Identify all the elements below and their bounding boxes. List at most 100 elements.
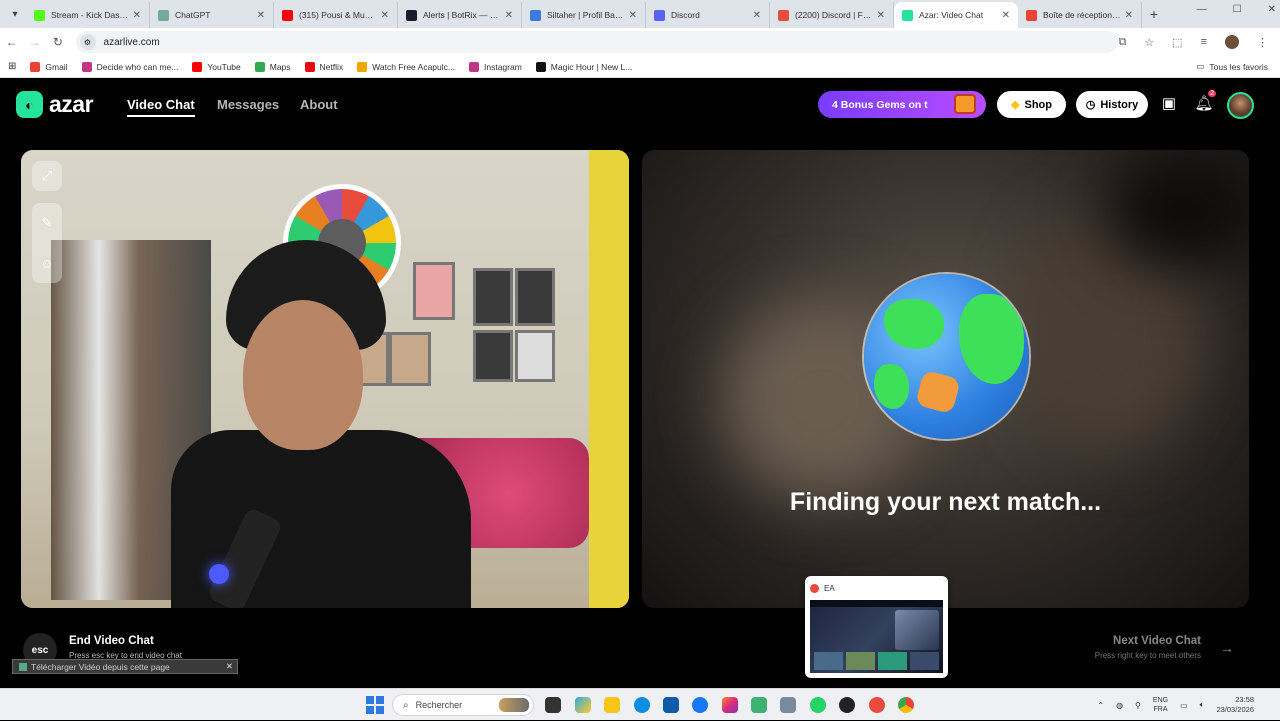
close-window-icon[interactable]: ✕ — [1268, 4, 1276, 15]
tab-title: Siltaher | Profil Bakch — [547, 10, 625, 20]
minimize-icon[interactable]: — — [1197, 4, 1207, 15]
bookmark-item[interactable]: Watch Free Acapulc... — [357, 61, 455, 72]
tab-title: (315) Pousi & Muslim — [299, 10, 377, 20]
site-info-icon[interactable]: ⚙ — [79, 34, 96, 50]
app-icon[interactable] — [869, 697, 885, 713]
display-icon[interactable]: ▭ — [1180, 701, 1188, 710]
bookmark-item[interactable]: YouTube — [192, 61, 241, 72]
bookmark-item[interactable]: Maps — [254, 61, 291, 72]
app-icon[interactable] — [751, 697, 767, 713]
browser-tab[interactable]: Alerts | BotRix — Clo ✕ — [398, 2, 522, 28]
app-icon[interactable] — [839, 697, 855, 713]
language-indicator[interactable]: ENG FRA — [1153, 696, 1168, 714]
search-icon: ⌕ — [403, 699, 409, 711]
browser-tab[interactable]: (315) Pousi & Muslim ✕ — [274, 2, 398, 28]
shop-button[interactable]: ◆ Shop — [997, 91, 1066, 118]
reload-icon[interactable]: ↻ — [46, 35, 69, 49]
volume-icon[interactable]: 🔈︎ — [1200, 700, 1205, 710]
user-avatar[interactable] — [1227, 92, 1254, 119]
history-button[interactable]: ◷ History — [1076, 91, 1148, 118]
browser-tab[interactable]: Stream - Kick Dashb ✕ — [26, 2, 150, 28]
bookmark-label: Watch Free Acapulc... — [372, 61, 455, 72]
facebook-icon[interactable] — [692, 697, 708, 713]
browser-tab[interactable]: Discord ✕ — [646, 2, 770, 28]
chrome-icon[interactable] — [898, 697, 914, 713]
tab-favicon-icon — [282, 9, 293, 21]
new-tab-button[interactable]: + — [1142, 6, 1166, 22]
close-tab-icon[interactable]: ✕ — [1125, 10, 1133, 21]
bookmark-item[interactable]: Decide who can me... — [81, 61, 178, 72]
close-tab-icon[interactable]: ✕ — [1002, 10, 1010, 21]
expand-icon[interactable]: ⤢ — [32, 161, 62, 191]
bell-icon[interactable]: 🔔︎ 2 — [1194, 90, 1216, 114]
media-controls-icon[interactable]: ≡ — [1201, 36, 1207, 48]
nav-messages[interactable]: Messages — [217, 97, 279, 112]
system-clock[interactable]: 23:58 23/03/2026 — [1216, 695, 1254, 715]
apps-grid-icon[interactable]: ⊞ — [8, 61, 16, 72]
azar-logo-text: azar — [49, 91, 94, 117]
file-explorer-icon[interactable] — [604, 697, 620, 713]
sticker-icon[interactable]: ☺ — [40, 256, 53, 271]
download-icon — [19, 662, 27, 671]
bookmark-favicon-icon — [192, 61, 203, 72]
windows-start-icon[interactable] — [366, 696, 384, 714]
download-video-bar[interactable]: Télécharger Vidéo depuis cette page ✕ — [12, 659, 238, 674]
close-tab-icon[interactable]: ✕ — [133, 10, 141, 21]
tab-search-icon[interactable]: ▾ — [4, 3, 26, 25]
microphone-icon[interactable]: ⚲ — [1135, 701, 1141, 710]
browser-tab[interactable]: ChatGPT ✕ — [150, 2, 274, 28]
gift-box-icon[interactable]: ▣ — [1159, 94, 1179, 114]
browser-tab[interactable]: Boîte de réception (3 ✕ — [1018, 2, 1142, 28]
task-view-icon[interactable] — [545, 697, 561, 713]
browser-tab[interactable]: Azar: Video Chat ✕ — [894, 2, 1018, 28]
close-tab-icon[interactable]: ✕ — [257, 10, 265, 21]
browser-tab-strip: ▾ Stream - Kick Dashb ✕ ChatGPT ✕ (315) Pous… — [0, 0, 1280, 28]
nav-about[interactable]: About — [300, 97, 338, 112]
network-icon[interactable]: ◍ — [1116, 701, 1123, 710]
preview-title: EA — [824, 583, 835, 593]
url-field[interactable]: ⚙ azarlive.com — [75, 31, 1119, 53]
back-icon[interactable]: ← — [0, 35, 23, 49]
globe-icon — [864, 274, 1029, 439]
maximize-icon[interactable]: ☐ — [1233, 4, 1242, 15]
bonus-gems-button[interactable]: 4 Bonus Gems on t — [818, 91, 986, 118]
browser-tab[interactable]: (2200) Discord | Frien ✕ — [770, 2, 894, 28]
bookmark-item[interactable]: Netflix — [304, 61, 343, 72]
app-header: ◐ azar Video Chat Messages About 4 Bonus… — [0, 78, 1280, 132]
store-icon[interactable] — [663, 697, 679, 713]
browser-menu-icon[interactable]: ⋮ — [1257, 36, 1268, 49]
close-tab-icon[interactable]: ✕ — [877, 10, 885, 21]
next-chat-title[interactable]: Next Video Chat — [1113, 635, 1201, 647]
camera-icon[interactable] — [780, 697, 796, 713]
close-icon[interactable]: ✕ — [226, 661, 233, 672]
arrow-right-icon[interactable]: → — [1214, 635, 1240, 661]
chevron-up-icon[interactable]: ⌃ — [1097, 701, 1104, 710]
whatsapp-icon[interactable] — [810, 697, 826, 713]
bookmark-star-icon[interactable]: ☆ — [1144, 36, 1154, 49]
azar-logo[interactable]: ◐ azar — [16, 91, 94, 118]
taskbar-window-preview[interactable]: EA — [805, 576, 948, 678]
forward-icon[interactable]: → — [23, 35, 46, 49]
clock-icon: ◷ — [1085, 99, 1096, 111]
azar-app: ◐ azar Video Chat Messages About 4 Bonus… — [0, 78, 1280, 688]
close-tab-icon[interactable]: ✕ — [753, 10, 761, 21]
close-tab-icon[interactable]: ✕ — [381, 10, 389, 21]
magic-wand-icon[interactable]: ✎ — [42, 215, 53, 231]
browser-tab[interactable]: Siltaher | Profil Bakch ✕ — [522, 2, 646, 28]
install-app-icon[interactable]: ⧉ — [1118, 36, 1126, 49]
close-tab-icon[interactable]: ✕ — [629, 10, 637, 21]
instagram-icon[interactable] — [722, 697, 738, 713]
bookmark-item[interactable]: Instagram — [469, 61, 522, 72]
end-chat-title[interactable]: End Video Chat — [69, 635, 154, 647]
tab-title: Stream - Kick Dashb — [51, 10, 129, 20]
bookmark-item[interactable]: Magic Hour | New L... — [535, 61, 632, 72]
bookmark-item[interactable]: Gmail — [30, 61, 68, 72]
extensions-icon[interactable]: ⬚ — [1172, 36, 1182, 49]
all-bookmarks-button[interactable]: ▭ Tous les favoris — [1196, 61, 1280, 72]
edge-icon[interactable] — [634, 697, 650, 713]
taskbar-search[interactable]: ⌕ Rechercher — [392, 694, 534, 716]
close-tab-icon[interactable]: ✕ — [505, 10, 513, 21]
profile-avatar[interactable] — [1225, 35, 1239, 49]
nav-video-chat[interactable]: Video Chat — [127, 97, 195, 117]
app-icon[interactable] — [575, 697, 591, 713]
